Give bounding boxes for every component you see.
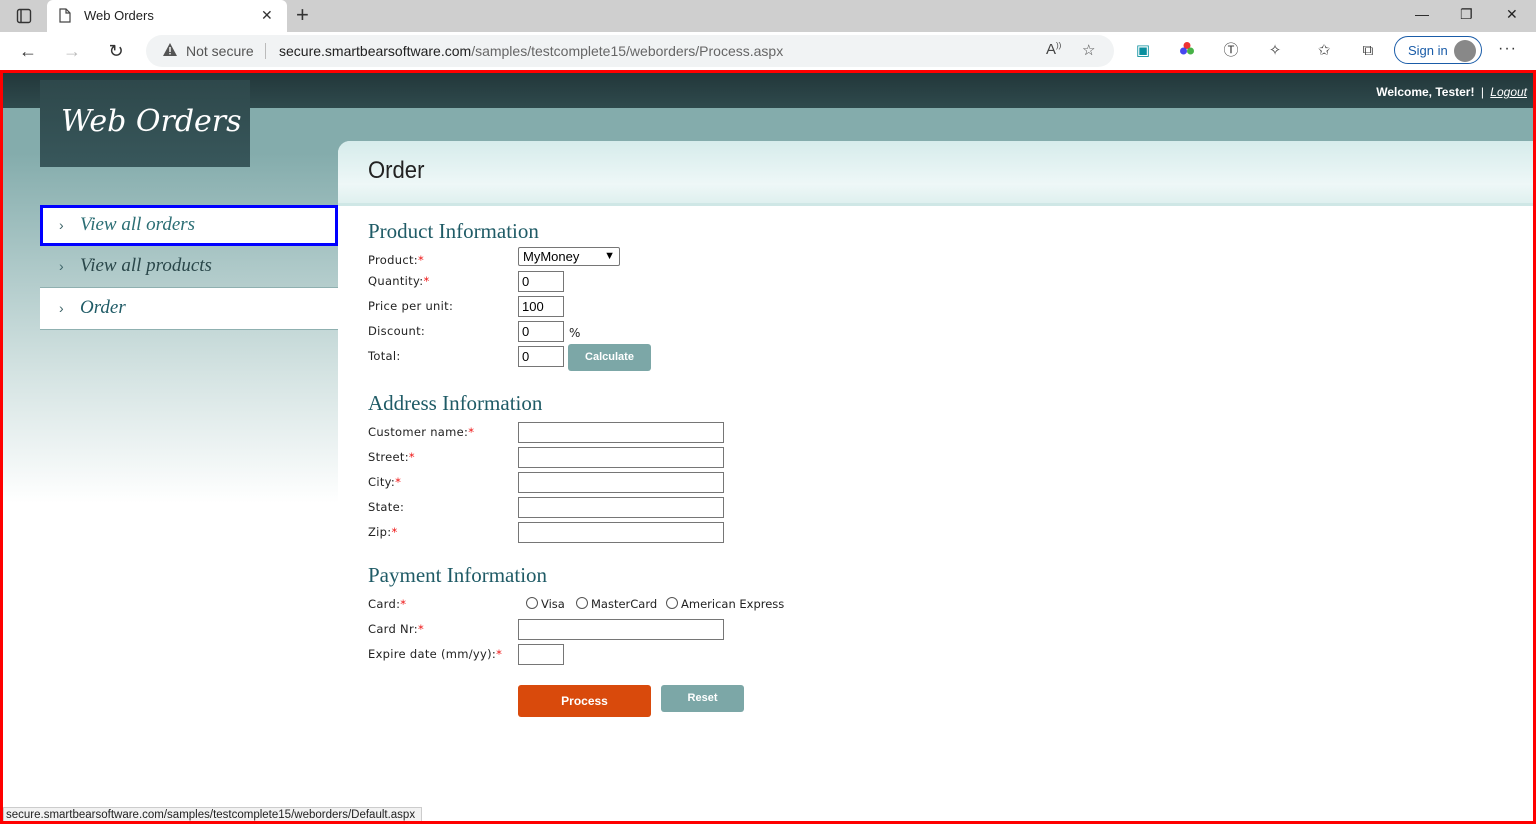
chevron-right-icon: › [59, 258, 64, 274]
product-section-title: Product Information [368, 219, 539, 243]
address-section-title: Address Information [368, 391, 543, 415]
card-radio-american-express[interactable]: American Express [666, 597, 784, 611]
site-logo: Web Orders [40, 80, 250, 167]
tab-close-icon[interactable]: ✕ [261, 7, 273, 24]
customer-name-label: Customer name:* [368, 425, 475, 439]
restore-icon[interactable]: ❐ [1460, 6, 1473, 23]
menu-item-view-all-products[interactable]: › View all products [40, 246, 338, 288]
extension-icon[interactable]: ▣ [1133, 41, 1153, 61]
card-radio-mastercard[interactable]: MasterCard [576, 597, 657, 611]
sign-in-button[interactable]: Sign in [1394, 36, 1482, 64]
color-wheel-icon[interactable] [1177, 41, 1197, 61]
welcome-area: Welcome, Tester! | Logout [1376, 85, 1527, 99]
tab-actions-icon[interactable] [10, 6, 38, 26]
browser-tabbar: Web Orders ✕ + — ❐ ✕ [0, 0, 1536, 32]
quantity-input[interactable]: 0 [518, 271, 564, 292]
favorites-icon[interactable]: ✩ [1314, 41, 1334, 61]
status-url-tooltip: secure.smartbearsoftware.com/samples/tes… [3, 807, 423, 821]
discount-input[interactable]: 0 [518, 321, 564, 342]
product-select-value: MyMoney [523, 249, 580, 264]
card-radio-visa[interactable]: Visa [526, 597, 565, 611]
customer-name-input[interactable] [518, 422, 724, 443]
more-menu-icon[interactable]: ··· [1498, 40, 1517, 58]
card-label: Card:* [368, 597, 407, 611]
welcome-separator: | [1480, 85, 1484, 99]
city-input[interactable] [518, 472, 724, 493]
price-label: Price per unit: [368, 299, 454, 313]
chevron-right-icon: › [59, 217, 64, 233]
payment-section-title: Payment Information [368, 563, 548, 587]
reset-button[interactable]: Reset [661, 685, 744, 712]
process-button[interactable]: Process [518, 685, 651, 717]
forward-icon[interactable]: → [60, 40, 84, 62]
state-input[interactable] [518, 497, 724, 518]
close-window-icon[interactable]: ✕ [1506, 6, 1518, 23]
address-bar[interactable]: Not secure secure.smartbearsoftware.com/… [146, 35, 1114, 67]
welcome-text: Welcome, Tester! [1376, 85, 1475, 99]
logo-text: Web Orders [61, 104, 242, 139]
card-number-label: Card Nr:* [368, 622, 425, 636]
address-separator [265, 43, 266, 59]
url-text[interactable]: secure.smartbearsoftware.com/samples/tes… [279, 43, 783, 59]
price-input[interactable]: 100 [518, 296, 564, 317]
minimize-icon[interactable]: — [1415, 6, 1429, 22]
add-favorite-icon[interactable]: ☆ [1082, 41, 1095, 59]
quantity-label: Quantity:* [368, 274, 430, 288]
expire-date-label: Expire date (mm/yy):* [368, 647, 503, 661]
menu-item-view-all-orders[interactable]: › View all orders [40, 205, 338, 246]
radio-circle[interactable] [526, 597, 538, 609]
calculate-button[interactable]: Calculate [568, 344, 651, 371]
logout-link[interactable]: Logout [1490, 85, 1527, 99]
warning-icon[interactable] [162, 42, 178, 62]
chevron-right-icon: › [59, 300, 64, 316]
product-select[interactable]: MyMoney ▼ [518, 247, 620, 266]
side-menu: › View all orders › View all products › … [40, 205, 338, 330]
back-icon[interactable]: ← [16, 40, 40, 62]
new-tab-icon[interactable]: + [296, 4, 309, 26]
page-viewport: Welcome, Tester! | Logout Web Orders › V… [0, 70, 1536, 824]
menu-item-label: View all orders [80, 214, 196, 235]
state-label: State: [368, 500, 405, 514]
browser-tab[interactable]: Web Orders ✕ [47, 0, 287, 32]
menu-item-order[interactable]: › Order [40, 288, 338, 330]
city-label: City:* [368, 475, 402, 489]
total-label: Total: [368, 349, 401, 363]
page-title: Order [368, 157, 425, 184]
zip-input[interactable] [518, 522, 724, 543]
extensions-puzzle-icon[interactable]: ✧ [1265, 41, 1285, 61]
refresh-icon[interactable]: ↻ [104, 40, 128, 62]
expire-date-input[interactable] [518, 644, 564, 665]
translate-icon[interactable]: Ⓣ [1221, 41, 1241, 61]
street-input[interactable] [518, 447, 724, 468]
radio-circle[interactable] [666, 597, 678, 609]
menu-item-label: Order [80, 297, 126, 318]
zip-label: Zip:* [368, 525, 398, 539]
read-aloud-icon[interactable]: A)) [1046, 41, 1061, 58]
order-panel: Order Product Information Product:* MyMo… [338, 141, 1533, 821]
chevron-down-icon: ▼ [604, 250, 615, 262]
total-input[interactable]: 0 [518, 346, 564, 367]
avatar-icon [1454, 40, 1476, 62]
card-number-input[interactable] [518, 619, 724, 640]
sign-in-label: Sign in [1408, 43, 1448, 58]
discount-percent: % [569, 326, 581, 340]
url-host: secure.smartbearsoftware.com [279, 43, 472, 59]
browser-navbar: ← → ↻ Not secure secure.smartbearsoftwar… [0, 32, 1536, 70]
collections-icon[interactable]: ⧉ [1358, 41, 1378, 61]
street-label: Street:* [368, 450, 415, 464]
tab-title: Web Orders [84, 8, 154, 23]
product-label: Product:* [368, 253, 425, 267]
url-path: /samples/testcomplete15/weborders/Proces… [471, 43, 784, 59]
page-icon [59, 8, 71, 28]
not-secure-label[interactable]: Not secure [186, 43, 254, 59]
order-header: Order [338, 141, 1533, 206]
radio-circle[interactable] [576, 597, 588, 609]
menu-item-label: View all products [80, 255, 212, 276]
discount-label: Discount: [368, 324, 426, 338]
